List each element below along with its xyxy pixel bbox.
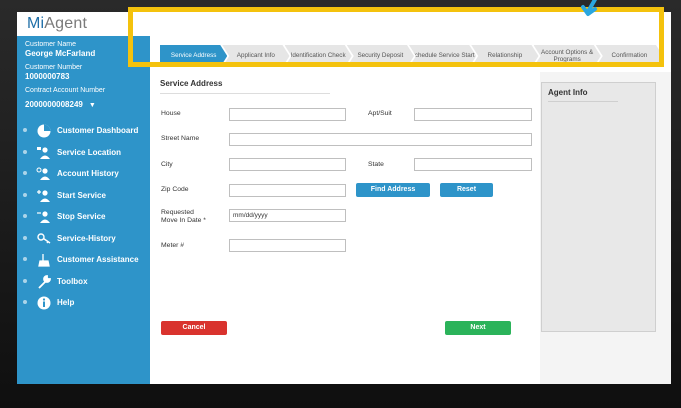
move-in-label-line2: Move In Date * xyxy=(161,217,206,224)
app-screen: MiAgent Customer Name George McFarland C… xyxy=(17,12,671,384)
move-in-label-line1: Requested xyxy=(161,209,194,216)
bullet-icon xyxy=(23,128,27,132)
sidebar-item-label: Account History xyxy=(57,169,119,178)
find-address-button[interactable]: Find Address xyxy=(356,183,430,197)
sidebar: MiAgent Customer Name George McFarland C… xyxy=(17,12,150,384)
apt-label: Apt/Suit xyxy=(368,110,392,117)
key-icon xyxy=(37,232,51,244)
pie-chart-icon xyxy=(37,124,51,138)
customer-number-value: 1000000783 xyxy=(25,72,70,81)
sidebar-item-customer-assistance[interactable]: Customer Assistance xyxy=(17,249,150,271)
sidebar-item-start-service[interactable]: Start Service xyxy=(17,185,150,207)
app-logo: MiAgent xyxy=(27,15,88,32)
sidebar-menu: Customer Dashboard Service Location Acco… xyxy=(17,120,150,314)
meter-input[interactable] xyxy=(229,239,346,252)
zip-label: Zip Code xyxy=(161,186,189,193)
apt-input[interactable] xyxy=(414,108,532,121)
bullet-icon xyxy=(23,235,27,240)
sidebar-item-toolbox[interactable]: Toolbox xyxy=(17,271,150,293)
sidebar-item-label: Start Service xyxy=(57,190,106,200)
sidebar-item-label: Service-History xyxy=(57,233,116,243)
person-history-icon xyxy=(36,167,50,180)
street-label: Street Name xyxy=(161,135,200,142)
bullet-icon xyxy=(23,149,27,154)
zip-input[interactable] xyxy=(229,184,346,197)
customer-name-label: Customer Name xyxy=(25,41,76,48)
customer-number-label: Customer Number xyxy=(25,64,83,71)
state-input[interactable] xyxy=(414,158,532,171)
bullet-icon xyxy=(23,171,27,175)
person-minus-icon xyxy=(37,211,50,223)
section-divider xyxy=(160,93,330,94)
bullet-icon xyxy=(23,300,27,304)
street-input[interactable] xyxy=(229,133,532,146)
contract-account-value: 2000000008249 xyxy=(25,100,83,109)
sidebar-item-label: Customer Assistance xyxy=(57,255,139,264)
contract-account-label: Contract Account Number xyxy=(25,87,106,94)
chevron-down-icon: ▼ xyxy=(88,102,96,109)
sidebar-item-service-location[interactable]: Service Location xyxy=(17,142,150,164)
sidebar-item-customer-dashboard[interactable]: Customer Dashboard xyxy=(17,120,150,142)
agent-info-divider xyxy=(548,101,618,102)
house-input[interactable] xyxy=(229,108,346,121)
sidebar-item-label: Toolbox xyxy=(57,276,88,286)
contract-account-select[interactable]: 2000000008249 ▼ xyxy=(25,100,96,109)
sidebar-item-label: Stop Service xyxy=(57,212,106,221)
state-label: State xyxy=(368,161,384,168)
next-button[interactable]: Next xyxy=(445,321,511,335)
sidebar-item-label: Help xyxy=(57,298,75,307)
sidebar-item-help[interactable]: Help xyxy=(17,292,150,314)
bullet-icon xyxy=(23,192,27,197)
bullet-icon xyxy=(23,257,27,261)
agent-info-panel: Agent Info xyxy=(541,82,656,332)
agent-info-title: Agent Info xyxy=(548,88,588,97)
info-icon xyxy=(37,296,51,310)
sidebar-item-label: Customer Dashboard xyxy=(57,126,139,135)
service-address-form: Service Address House Apt/Suit Street Na… xyxy=(150,72,540,384)
bullet-icon xyxy=(23,214,27,218)
pointer-arrow-icon xyxy=(581,0,598,16)
sidebar-item-account-history[interactable]: Account History xyxy=(17,163,150,185)
house-label: House xyxy=(161,110,181,117)
customer-name-value: George McFarland xyxy=(25,49,96,58)
city-label: City xyxy=(161,161,173,168)
hand-icon xyxy=(38,254,50,267)
city-input[interactable] xyxy=(229,158,346,171)
person-plus-icon xyxy=(37,189,50,202)
wrench-icon xyxy=(38,274,51,289)
sidebar-item-stop-service[interactable]: Stop Service xyxy=(17,206,150,228)
section-title: Service Address xyxy=(160,79,223,88)
reset-button[interactable]: Reset xyxy=(440,183,493,197)
move-in-date-input[interactable]: mm/dd/yyyy xyxy=(229,209,346,222)
meter-label: Meter # xyxy=(161,242,185,249)
sidebar-item-label: Service Location xyxy=(57,147,122,157)
person-map-icon xyxy=(37,146,50,159)
cancel-button[interactable]: Cancel xyxy=(161,321,227,335)
sidebar-item-service-history[interactable]: Service-History xyxy=(17,228,150,250)
bullet-icon xyxy=(23,278,27,283)
